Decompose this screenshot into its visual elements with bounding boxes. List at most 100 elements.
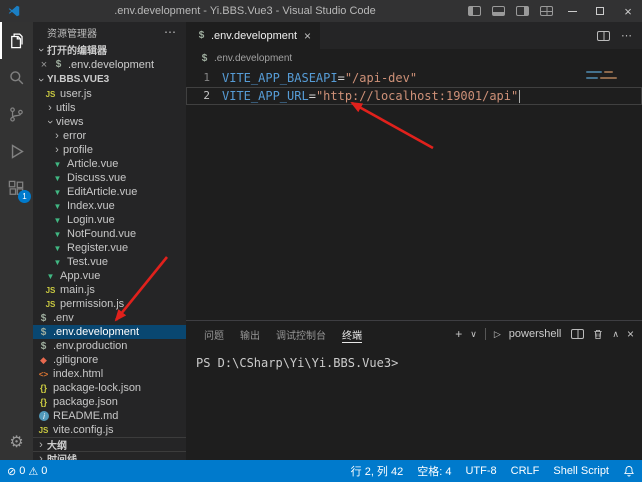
tree-item-EditArticle.vue[interactable]: ▼EditArticle.vue bbox=[33, 185, 186, 199]
toggle-secondary-sidebar-button[interactable] bbox=[510, 0, 534, 22]
more-actions-icon[interactable]: ⋯ bbox=[621, 29, 632, 42]
code-text: VITE_APP_BASEAPI="/api-dev" bbox=[210, 69, 417, 87]
maximize-panel-icon[interactable]: ∧ bbox=[612, 330, 619, 339]
project-root-header[interactable]: › YI.BBS.VUE3 bbox=[33, 72, 186, 87]
tree-item-NotFound.vue[interactable]: ▼NotFound.vue bbox=[33, 227, 186, 241]
toggle-sidebar-button[interactable] bbox=[462, 0, 486, 22]
tree-item-error[interactable]: ›error bbox=[33, 129, 186, 143]
status-item[interactable]: 行 2, 列 42 bbox=[344, 460, 411, 482]
customize-layout-button[interactable] bbox=[534, 0, 558, 22]
status-item[interactable]: CRLF bbox=[504, 460, 547, 482]
json-file-icon: {} bbox=[37, 383, 50, 393]
tree-item-main.js[interactable]: JSmain.js bbox=[33, 283, 186, 297]
tree-item-.env[interactable]: $.env bbox=[33, 311, 186, 325]
new-terminal-button[interactable]: + bbox=[455, 328, 462, 340]
file-label: Discuss.vue bbox=[67, 172, 126, 184]
tree-item-README.md[interactable]: iREADME.md bbox=[33, 409, 186, 423]
tree-item-Test.vue[interactable]: ▼Test.vue bbox=[33, 255, 186, 269]
timeline-header[interactable]: › 时间线 bbox=[33, 451, 186, 460]
terminal-profile-chevron-icon[interactable]: ∨ bbox=[470, 330, 477, 339]
tree-item-Login.vue[interactable]: ▼Login.vue bbox=[33, 213, 186, 227]
breadcrumb[interactable]: $ .env.development bbox=[186, 49, 642, 67]
window-title: .env.development - Yi.BBS.Vue3 - Visual … bbox=[28, 5, 462, 17]
file-tree: JSuser.js›utils›views›error›profile▼Arti… bbox=[33, 87, 186, 437]
tree-item-utils[interactable]: ›utils bbox=[33, 101, 186, 115]
toggle-panel-button[interactable] bbox=[486, 0, 510, 22]
notifications-button[interactable] bbox=[616, 460, 642, 482]
panel-tab-调试控制台[interactable]: 调试控制台 bbox=[268, 321, 334, 347]
file-label: README.md bbox=[53, 410, 118, 422]
tree-item-Index.vue[interactable]: ▼Index.vue bbox=[33, 199, 186, 213]
panel-tab-输出[interactable]: 输出 bbox=[232, 321, 268, 347]
breadcrumb-file: .env.development bbox=[214, 53, 292, 64]
close-tab-icon[interactable]: × bbox=[304, 29, 311, 43]
tree-item-index.html[interactable]: <>index.html bbox=[33, 367, 186, 381]
activity-extensions[interactable]: 1 bbox=[0, 170, 33, 207]
open-editors-header[interactable]: › 打开的编辑器 bbox=[33, 42, 186, 57]
status-item[interactable]: UTF-8 bbox=[458, 460, 503, 482]
maximize-button[interactable] bbox=[586, 0, 614, 22]
toggle-secondary-sidebar-icon bbox=[516, 6, 529, 16]
shell-file-icon: $ bbox=[195, 30, 208, 41]
activity-run-debug[interactable] bbox=[0, 133, 33, 170]
tree-item-profile[interactable]: ›profile bbox=[33, 143, 186, 157]
open-editor-item[interactable]: × $ .env.development bbox=[33, 57, 186, 72]
terminal[interactable]: PS D:\CSharp\Yi\Yi.BBS.Vue3> bbox=[186, 347, 642, 460]
text-cursor bbox=[519, 90, 520, 103]
activity-explorer[interactable] bbox=[0, 22, 33, 59]
status-item[interactable]: Shell Script bbox=[546, 460, 616, 482]
maximize-icon bbox=[596, 7, 604, 15]
activity-source-control[interactable] bbox=[0, 96, 33, 133]
problems-status[interactable]: ⊘ 0 ⚠ 0 bbox=[0, 460, 54, 482]
tree-item-.gitignore[interactable]: ◆.gitignore bbox=[33, 353, 186, 367]
chevron-right-icon: › bbox=[51, 145, 63, 155]
terminal-name-label[interactable]: powershell bbox=[509, 328, 562, 340]
tree-item-App.vue[interactable]: ▼App.vue bbox=[33, 269, 186, 283]
tree-item-Article.vue[interactable]: ▼Article.vue bbox=[33, 157, 186, 171]
shell-file-icon: $ bbox=[37, 327, 50, 338]
more-actions-icon[interactable]: ⋯ bbox=[164, 25, 176, 39]
tree-item-package-lock.json[interactable]: {}package-lock.json bbox=[33, 381, 186, 395]
tree-item-Discuss.vue[interactable]: ▼Discuss.vue bbox=[33, 171, 186, 185]
split-terminal-icon[interactable] bbox=[571, 329, 584, 339]
tree-item-Register.vue[interactable]: ▼Register.vue bbox=[33, 241, 186, 255]
manage-button[interactable]: ⚙ bbox=[0, 424, 33, 460]
file-label: Test.vue bbox=[67, 256, 108, 268]
outline-header[interactable]: › 大纲 bbox=[33, 437, 186, 451]
minimize-button[interactable] bbox=[558, 0, 586, 22]
status-item[interactable]: 空格: 4 bbox=[410, 460, 458, 482]
code-line-1[interactable]: 1VITE_APP_BASEAPI="/api-dev" bbox=[186, 69, 642, 87]
kill-terminal-icon[interactable] bbox=[592, 328, 604, 341]
tree-item-user.js[interactable]: JSuser.js bbox=[33, 87, 186, 101]
activity-bar-bottom: ⚙ bbox=[0, 424, 33, 460]
tab-env-development[interactable]: $ .env.development × bbox=[186, 22, 320, 49]
shell-file-icon: $ bbox=[52, 59, 65, 70]
code-editor[interactable]: 1VITE_APP_BASEAPI="/api-dev"2VITE_APP_UR… bbox=[186, 67, 642, 320]
vue-file-icon: ▼ bbox=[51, 258, 64, 267]
shell-file-icon: $ bbox=[198, 53, 211, 64]
minimap[interactable] bbox=[586, 71, 630, 83]
close-window-button[interactable]: × bbox=[614, 0, 642, 22]
code-text: VITE_APP_URL="http://localhost:19001/api… bbox=[210, 87, 520, 105]
split-editor-icon[interactable] bbox=[597, 31, 610, 41]
panel-tab-问题[interactable]: 问题 bbox=[196, 321, 232, 347]
editor-area: $ .env.development × ⋯ $ .env.developmen… bbox=[186, 22, 642, 460]
html-file-icon: <> bbox=[37, 370, 50, 379]
tree-item-vite.config.js[interactable]: JSvite.config.js bbox=[33, 423, 186, 437]
tree-item-.env.development[interactable]: $.env.development bbox=[33, 325, 186, 339]
tree-item-.env.production[interactable]: $.env.production bbox=[33, 339, 186, 353]
close-editor-icon[interactable]: × bbox=[38, 59, 50, 71]
activity-search[interactable] bbox=[0, 59, 33, 96]
file-label: Register.vue bbox=[67, 242, 128, 254]
json-file-icon: {} bbox=[37, 397, 50, 407]
outline-label: 大纲 bbox=[47, 437, 67, 451]
panel-tab-终端[interactable]: 终端 bbox=[334, 321, 370, 347]
terminal-prompt: PS D:\CSharp\Yi\Yi.BBS.Vue3> bbox=[196, 356, 398, 370]
tree-item-permission.js[interactable]: JSpermission.js bbox=[33, 297, 186, 311]
code-line-2[interactable]: 2VITE_APP_URL="http://localhost:19001/ap… bbox=[186, 87, 642, 105]
window-controls: × bbox=[462, 0, 642, 22]
tree-item-views[interactable]: ›views bbox=[33, 115, 186, 129]
chevron-down-icon: › bbox=[36, 74, 46, 86]
tree-item-package.json[interactable]: {}package.json bbox=[33, 395, 186, 409]
close-panel-icon[interactable]: × bbox=[627, 328, 634, 340]
